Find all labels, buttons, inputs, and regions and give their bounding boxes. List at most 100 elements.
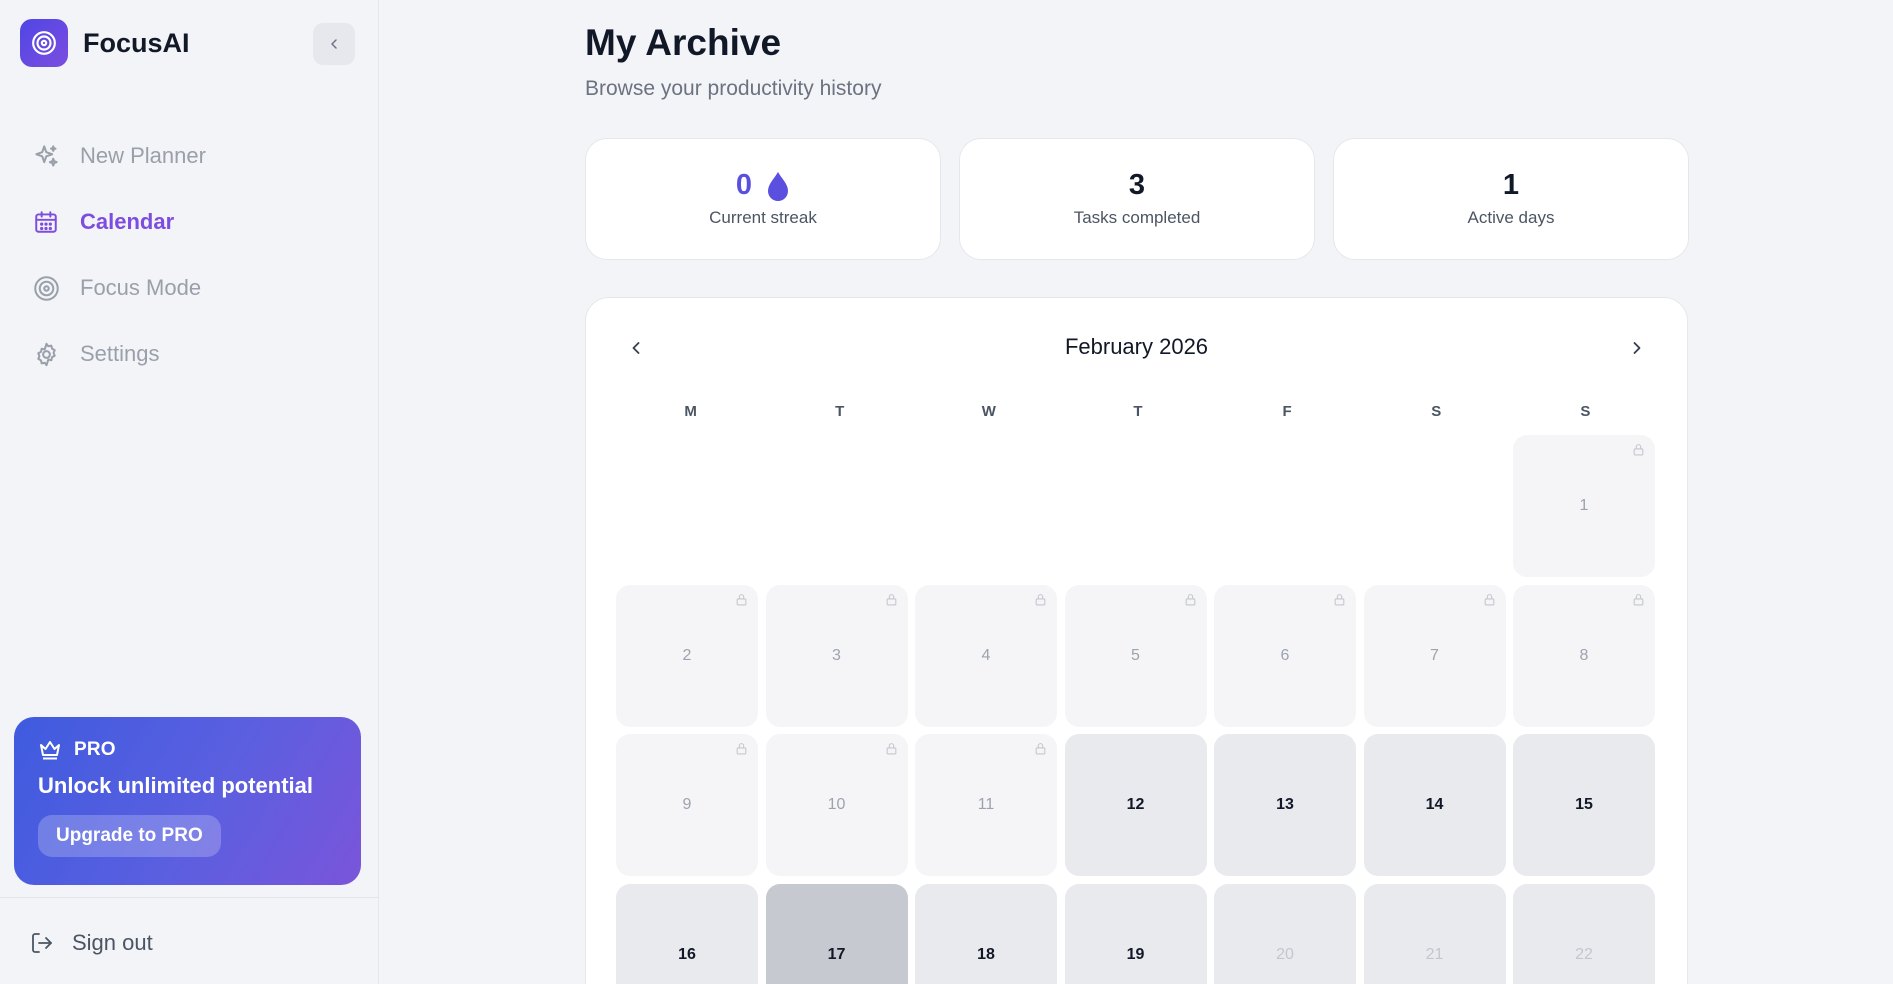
sidebar: FocusAI New Planner Calendar Focus Mode … (0, 0, 379, 984)
stat-label: Current streak (709, 208, 817, 227)
lock-icon (1184, 593, 1197, 606)
calendar-day-21: 21 (1363, 883, 1506, 984)
day-number: 5 (1131, 646, 1140, 664)
stat-value: 0 (586, 169, 940, 202)
sidebar-item-label: Calendar (80, 209, 175, 234)
signout-button[interactable]: Sign out (30, 930, 153, 956)
calendar-day-2[interactable]: 2 (616, 584, 758, 727)
calendar-day-11[interactable]: 11 (915, 734, 1057, 876)
day-number: 10 (827, 796, 846, 813)
calendar-day-4[interactable]: 4 (915, 584, 1057, 727)
sidebar-nav: New Planner Calendar Focus Mode Settings (20, 123, 359, 387)
calendar-day-19[interactable]: 19 (1064, 883, 1207, 984)
signout-label: Sign out (72, 930, 153, 955)
day-number: 17 (827, 945, 846, 963)
stat-card-streak: 0 Current streak (585, 138, 941, 260)
calendar: February 2026 MTWTFSS 1 2 3 4 5 6 7 8 9 10 11 12 13 1… (585, 297, 1688, 984)
calendar-day-15[interactable]: 15 (1513, 734, 1655, 876)
calendar-day-3[interactable]: 3 (765, 584, 908, 727)
lock-icon (1632, 443, 1645, 456)
day-number: 22 (1575, 945, 1593, 963)
stat-label: Tasks completed (1073, 208, 1201, 227)
logout-icon (30, 931, 54, 955)
chevron-right-icon (1633, 342, 1641, 354)
calendar-day-17[interactable]: 17 (765, 883, 908, 984)
upgrade-button[interactable]: Upgrade to PRO (38, 815, 221, 857)
next-month-button[interactable] (1617, 328, 1657, 368)
calendar-day-5[interactable]: 5 (1064, 584, 1207, 727)
app-root: FocusAI New Planner Calendar Focus Mode … (0, 0, 1893, 984)
day-number: 14 (1425, 796, 1444, 813)
calendar-day-10[interactable]: 10 (765, 734, 908, 876)
lock-icon (1333, 593, 1346, 606)
calendar-day-16[interactable]: 16 (616, 883, 758, 984)
main-content: My Archive Browse your productivity hist… (379, 0, 1893, 984)
calendar-day-9[interactable]: 9 (616, 734, 758, 876)
calendar-day-8[interactable]: 8 (1513, 584, 1655, 727)
calendar-day-13[interactable]: 13 (1214, 734, 1356, 876)
sidebar-item-settings[interactable]: Settings (20, 321, 359, 387)
page-subtitle: Browse your productivity history (585, 77, 882, 100)
calendar-empty-cell (616, 435, 758, 577)
calendar-day-6[interactable]: 6 (1214, 584, 1356, 727)
day-number: 2 (682, 646, 692, 664)
calendar-day-12[interactable]: 12 (1064, 734, 1207, 876)
calendar-grid: 1 2 3 4 5 6 7 8 9 10 11 12 13 14 15 16 17 18 19 20 21 22 (616, 435, 1655, 984)
calendar-day-1[interactable]: 1 (1513, 435, 1655, 577)
calendar-empty-cell (1065, 435, 1207, 577)
sidebar-item-label: New Planner (80, 143, 206, 168)
calendar-day-18[interactable]: 18 (915, 883, 1057, 984)
target-icon (32, 274, 60, 302)
lock-icon (735, 742, 748, 755)
weekday-label: T (1133, 403, 1143, 420)
day-number: 11 (977, 796, 995, 813)
day-number: 16 (678, 945, 696, 963)
calendar-empty-cell (1364, 435, 1506, 577)
calendar-empty-cell (1214, 435, 1356, 577)
brand[interactable]: FocusAI (20, 19, 190, 67)
stat-value: 3 (1128, 169, 1146, 201)
day-number: 21 (1425, 945, 1444, 963)
weekday-label: W (981, 403, 996, 420)
chevron-left-icon (331, 39, 337, 49)
day-number: 9 (682, 796, 692, 813)
stat-card-active-days: 1 Active days (1333, 138, 1689, 260)
weekday-label: F (1282, 403, 1292, 420)
gear-icon (32, 340, 60, 368)
pro-badge: PRO (38, 739, 337, 761)
calendar-day-7[interactable]: 7 (1363, 584, 1506, 727)
day-number: 13 (1276, 796, 1294, 813)
calendar-day-20: 20 (1214, 883, 1356, 984)
sidebar-item-calendar[interactable]: Calendar (20, 189, 359, 255)
stat-number: 0 (735, 169, 753, 201)
divider (0, 897, 378, 898)
page-title: My Archive (585, 22, 782, 63)
collapse-sidebar-button[interactable] (313, 23, 355, 65)
weekday-label: M (684, 403, 697, 420)
stat-label: Active days (1467, 208, 1555, 227)
calendar-empty-cell (766, 435, 908, 577)
weekday-header: MTWTFSS (616, 403, 1660, 420)
lock-icon (885, 742, 898, 755)
calendar-empty-cell (915, 435, 1057, 577)
sidebar-item-focus-mode[interactable]: Focus Mode (20, 255, 359, 321)
day-number: 15 (1575, 796, 1593, 813)
weekday-label: S (1580, 403, 1591, 420)
pro-upsell-card: PRO Unlock unlimited potential Upgrade t… (14, 717, 361, 885)
day-number: 8 (1579, 646, 1589, 664)
lock-icon (1034, 593, 1047, 606)
lock-icon (1632, 593, 1645, 606)
weekday-label: T (835, 403, 845, 420)
sidebar-item-new-planner[interactable]: New Planner (20, 123, 359, 189)
lock-icon (735, 593, 748, 606)
day-number: 19 (1126, 945, 1145, 963)
calendar-day-22: 22 (1513, 883, 1655, 984)
day-number: 18 (977, 945, 995, 963)
sidebar-item-label: Settings (80, 341, 160, 366)
day-number: 3 (832, 646, 841, 664)
calendar-day-14[interactable]: 14 (1363, 734, 1506, 876)
day-number: 7 (1430, 646, 1439, 664)
lock-icon (885, 593, 898, 606)
day-number: 4 (981, 646, 991, 664)
sidebar-item-label: Focus Mode (80, 275, 202, 300)
